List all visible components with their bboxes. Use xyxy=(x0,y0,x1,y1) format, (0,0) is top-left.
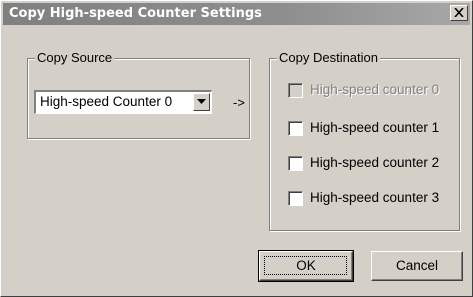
copy-arrow-text: -> xyxy=(233,95,245,110)
ok-focus-ring xyxy=(264,256,347,275)
copy-source-label: Copy Source xyxy=(35,50,115,65)
copy-source-dropdown-button[interactable] xyxy=(193,93,210,111)
title-bar: Copy High-speed Counter Settings xyxy=(3,3,470,25)
close-icon xyxy=(454,8,464,17)
dialog-title: Copy High-speed Counter Settings xyxy=(9,6,262,21)
cancel-button[interactable]: Cancel xyxy=(371,251,463,281)
cancel-button-label: Cancel xyxy=(395,258,439,273)
counter-2-label[interactable]: High-speed counter 2 xyxy=(310,155,439,170)
counter-1-label[interactable]: High-speed counter 1 xyxy=(310,120,439,135)
counter-0-label: High-speed counter 0 xyxy=(310,82,440,97)
counter-0-checkbox xyxy=(288,83,303,98)
counter-3-checkbox[interactable] xyxy=(288,191,303,206)
counter-1-checkbox[interactable] xyxy=(288,121,303,136)
chevron-down-icon xyxy=(197,99,206,104)
ok-button[interactable]: OK xyxy=(258,250,354,282)
close-button[interactable] xyxy=(450,5,468,21)
copy-source-selected-value: High-speed Counter 0 xyxy=(40,94,173,109)
copy-destination-label: Copy Destination xyxy=(277,50,380,65)
copy-settings-dialog: Copy High-speed Counter Settings Copy So… xyxy=(0,0,473,297)
counter-3-label[interactable]: High-speed counter 3 xyxy=(310,190,439,205)
counter-2-checkbox[interactable] xyxy=(288,156,303,171)
copy-source-select[interactable]: High-speed Counter 0 xyxy=(34,90,212,114)
